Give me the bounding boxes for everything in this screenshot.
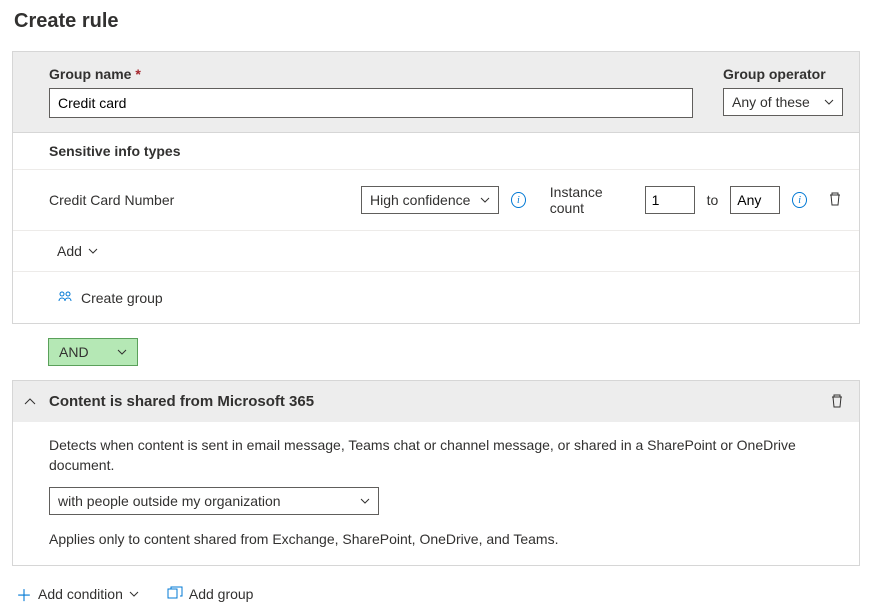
- chevron-down-icon: [480, 195, 490, 205]
- content-shared-description: Detects when content is sent in email me…: [49, 436, 841, 475]
- group-header: Group name * Group operator Any of these: [13, 52, 859, 132]
- add-condition-button[interactable]: ＋ Add condition: [16, 582, 139, 606]
- group-name-input[interactable]: [49, 88, 693, 118]
- group-operator-select[interactable]: Any of these: [723, 88, 843, 116]
- and-operator-select[interactable]: AND: [48, 338, 138, 366]
- and-operator-wrap: AND: [48, 338, 860, 366]
- page-title: Create rule: [14, 10, 860, 33]
- add-group-button[interactable]: Add group: [167, 586, 254, 603]
- confidence-select[interactable]: High confidence: [361, 186, 499, 214]
- chevron-down-icon: [824, 97, 834, 107]
- chevron-down-icon: [88, 246, 98, 256]
- chevron-down-icon: [360, 496, 370, 506]
- instance-from-input[interactable]: [645, 186, 695, 214]
- required-asterisk: *: [135, 66, 140, 82]
- sit-row: Credit Card Number High confidence i Ins…: [13, 169, 859, 230]
- info-icon[interactable]: i: [792, 192, 807, 208]
- sharing-scope-select[interactable]: with people outside my organization: [49, 487, 379, 515]
- collapse-toggle-icon[interactable]: [23, 395, 37, 412]
- to-label: to: [707, 192, 719, 208]
- content-shared-card: Content is shared from Microsoft 365 Det…: [12, 380, 860, 566]
- content-shared-body: Detects when content is sent in email me…: [13, 422, 859, 565]
- content-shared-note: Applies only to content shared from Exch…: [49, 531, 841, 547]
- sit-header: Sensitive info types: [13, 132, 859, 169]
- sit-name: Credit Card Number: [49, 192, 349, 208]
- instance-to-input[interactable]: [730, 186, 780, 214]
- create-group-button[interactable]: Create group: [13, 271, 859, 323]
- delete-sit-icon[interactable]: [827, 191, 843, 210]
- group-name-label: Group name *: [49, 66, 693, 82]
- delete-condition-icon[interactable]: [829, 393, 845, 412]
- chevron-down-icon: [129, 589, 139, 599]
- group-box-icon: [167, 586, 183, 603]
- group-card: Group name * Group operator Any of these…: [12, 51, 860, 324]
- chevron-down-icon: [117, 347, 127, 357]
- group-operator-label: Group operator: [723, 66, 843, 82]
- footer-actions: ＋ Add condition Add group: [12, 582, 860, 606]
- group-people-icon: [57, 288, 73, 307]
- info-icon[interactable]: i: [511, 192, 526, 208]
- add-sit-button[interactable]: Add: [13, 230, 859, 271]
- plus-icon: ＋: [16, 582, 32, 606]
- content-shared-title: Content is shared from Microsoft 365: [49, 393, 314, 410]
- instance-count-label: Instance count: [550, 184, 633, 216]
- content-shared-header: Content is shared from Microsoft 365: [13, 381, 859, 422]
